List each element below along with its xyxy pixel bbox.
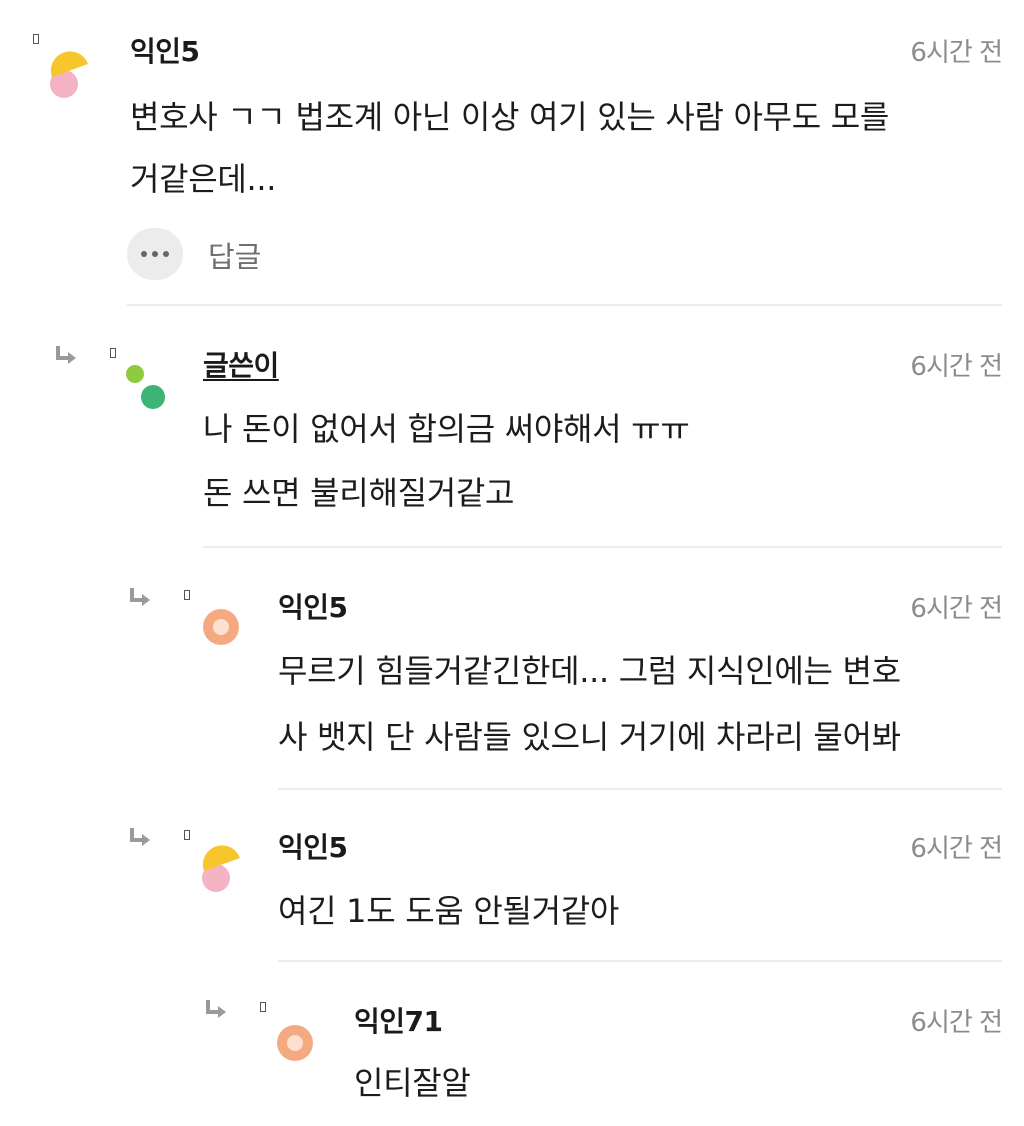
marker-icon <box>260 1002 266 1012</box>
yellow-pink-icon <box>202 845 240 892</box>
timestamp: 6시간 전 <box>910 834 1003 864</box>
yellow-pink-icon <box>50 51 88 98</box>
comment-text-line: 사 뱃지 단 사람들 있으니 거기에 차라리 물어봐 <box>278 718 901 756</box>
comment-text-line: 거같은데... <box>130 160 277 198</box>
comment-text-line: 나 돈이 없어서 합의금 써야해서 ㅠㅠ <box>203 410 690 448</box>
timestamp: 6시간 전 <box>910 594 1003 624</box>
reply-arrow-icon <box>206 1000 226 1018</box>
divider <box>278 788 1002 790</box>
reply-arrow-icon <box>56 346 76 364</box>
timestamp: 6시간 전 <box>910 352 1003 382</box>
comment-text-line: 인티잘알 <box>354 1064 471 1102</box>
marker-icon <box>33 34 39 44</box>
comment-text-line: 변호사 ㄱㄱ 법조계 아닌 이상 여기 있는 사람 아무도 모를 <box>130 98 890 136</box>
divider <box>278 960 1002 962</box>
ellipsis-icon <box>141 251 169 257</box>
author-name[interactable]: 익인5 <box>130 30 200 70</box>
comment-text-line: 여긴 1도 도움 안될거같아 <box>278 892 620 930</box>
comment-text-line: 돈 쓰면 불리해질거같고 <box>203 474 515 512</box>
marker-icon <box>184 830 190 840</box>
reply-arrow-icon <box>130 588 150 606</box>
author-name[interactable]: 익인71 <box>354 1000 443 1040</box>
author-name[interactable]: 익인5 <box>278 586 348 626</box>
divider <box>203 546 1002 548</box>
author-name[interactable]: 글쓴이 <box>203 344 279 384</box>
divider <box>127 304 1002 306</box>
reply-arrow-icon <box>130 828 150 846</box>
marker-icon <box>110 348 116 358</box>
timestamp: 6시간 전 <box>910 38 1003 68</box>
orange-ring-icon <box>277 1025 313 1061</box>
author-name[interactable]: 익인5 <box>278 826 348 866</box>
more-options-button[interactable] <box>127 228 183 280</box>
reply-button[interactable]: 답글 <box>208 234 261 276</box>
orange-ring-icon <box>203 609 239 645</box>
timestamp: 6시간 전 <box>910 1008 1003 1038</box>
green-dots-icon <box>126 365 165 409</box>
comment-text-line: 무르기 힘들거같긴한데... 그럼 지식인에는 변호 <box>278 652 901 690</box>
marker-icon <box>184 590 190 600</box>
